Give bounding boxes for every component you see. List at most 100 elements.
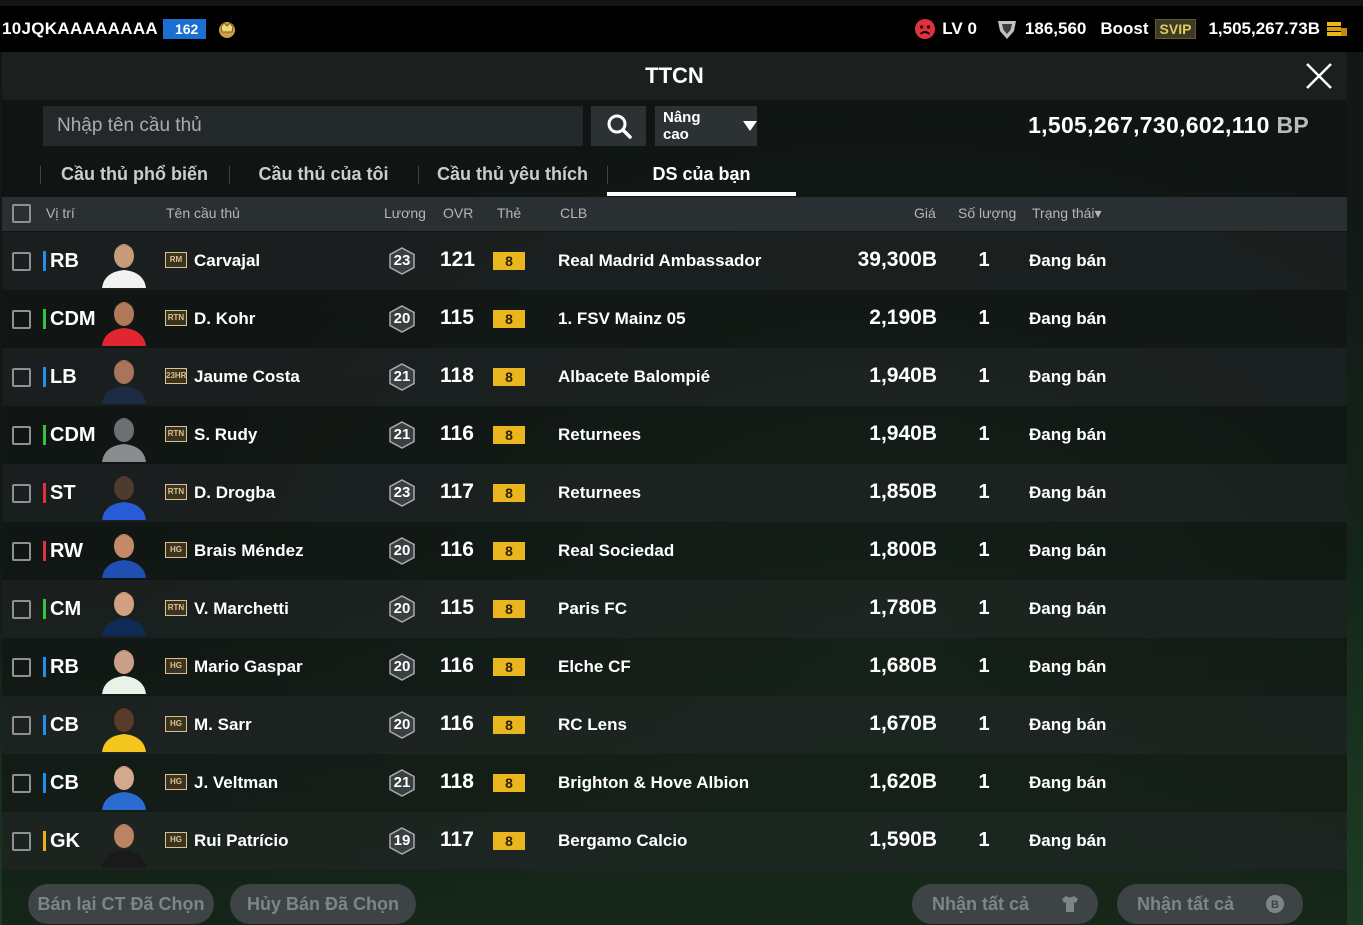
player-name[interactable]: D. Kohr xyxy=(194,309,255,329)
tab-favorite-players[interactable]: Cầu thủ yêu thích xyxy=(418,156,607,196)
search-button[interactable] xyxy=(591,106,646,146)
upgrade-level-badge: 8 xyxy=(493,310,525,328)
salary-value: 20 xyxy=(393,658,411,675)
tab-your-list[interactable]: DS của bạn xyxy=(607,156,796,196)
player-name[interactable]: M. Sarr xyxy=(194,715,252,735)
position-cell: GK xyxy=(43,826,80,856)
salary-value: 20 xyxy=(393,600,411,617)
club-name: Returnees xyxy=(558,425,642,444)
player-list: RB RM Carvajal 23 121 8 Real Madrid Amba… xyxy=(2,232,1347,870)
username: 10JQKAAAAAAAA xyxy=(2,19,158,38)
window-title: TTCN xyxy=(645,63,704,88)
close-icon[interactable] xyxy=(1301,58,1337,94)
club-name: Bergamo Calcio xyxy=(558,831,688,850)
status-value: Đang bán xyxy=(1029,483,1107,502)
ovr-value: 116 xyxy=(440,654,474,677)
advanced-filter-dropdown[interactable]: Nâng cao xyxy=(655,106,757,146)
table-row[interactable]: CB HG J. Veltman 21 118 8 Brighton & Hov… xyxy=(2,754,1347,812)
position-cell: CM xyxy=(43,594,81,624)
salary-value: 21 xyxy=(393,368,411,385)
row-checkbox[interactable] xyxy=(12,542,31,561)
card-season-badge: RTN xyxy=(165,484,187,500)
salary-value: 20 xyxy=(393,542,411,559)
cancel-sale-selected-button[interactable]: Hủy Bán Đã Chọn xyxy=(230,884,416,924)
player-portrait xyxy=(102,592,146,636)
price-value: 39,300B xyxy=(857,248,937,271)
col-status-sort[interactable]: Trạng thái▾ xyxy=(1032,205,1102,222)
salary-value: 21 xyxy=(393,774,411,791)
player-name[interactable]: Mario Gaspar xyxy=(194,657,303,677)
upgrade-level-badge: 8 xyxy=(493,252,525,270)
sad-face-icon[interactable] xyxy=(914,18,936,40)
table-row[interactable]: CB HG M. Sarr 20 116 8 RC Lens 1,670B 1 … xyxy=(2,696,1347,754)
salary-value: 21 xyxy=(393,426,411,443)
quantity-value: 1 xyxy=(978,481,990,503)
player-name[interactable]: D. Drogba xyxy=(194,483,275,503)
position-color-bar xyxy=(43,599,46,619)
resell-selected-button[interactable]: Bán lại CT Đã Chọn xyxy=(28,884,214,924)
position-color-bar xyxy=(43,367,46,387)
coin-b-icon: B xyxy=(1266,895,1284,913)
player-portrait xyxy=(102,708,146,752)
table-row[interactable]: RB RM Carvajal 23 121 8 Real Madrid Amba… xyxy=(2,232,1347,290)
card-season-badge: HG xyxy=(165,658,187,674)
table-row[interactable]: RB HG Mario Gaspar 20 116 8 Elche CF 1,6… xyxy=(2,638,1347,696)
player-name[interactable]: S. Rudy xyxy=(194,425,257,445)
row-checkbox[interactable] xyxy=(12,774,31,793)
row-checkbox[interactable] xyxy=(12,368,31,387)
row-checkbox[interactable] xyxy=(12,484,31,503)
salary-value: 20 xyxy=(393,716,411,733)
position-color-bar xyxy=(43,541,46,561)
col-ovr: OVR xyxy=(443,205,474,221)
claim-all-players-button[interactable]: Nhận tất cả xyxy=(912,884,1098,924)
player-name[interactable]: Jaume Costa xyxy=(194,367,300,387)
position-cell: LB xyxy=(43,362,77,392)
row-checkbox[interactable] xyxy=(12,310,31,329)
search-input[interactable] xyxy=(43,106,583,146)
club-name: Brighton & Hove Albion xyxy=(558,773,750,792)
row-checkbox[interactable] xyxy=(12,658,31,677)
ovr-value: 118 xyxy=(440,770,474,793)
player-name[interactable]: Carvajal xyxy=(194,251,260,271)
row-checkbox[interactable] xyxy=(12,252,31,271)
upgrade-level-badge: 8 xyxy=(493,716,525,734)
position-color-bar xyxy=(43,425,46,445)
card-season-badge: 23HR xyxy=(165,368,187,384)
position-label: GK xyxy=(50,829,80,852)
card-season-badge: HG xyxy=(165,774,187,790)
row-checkbox[interactable] xyxy=(12,832,31,851)
select-all-checkbox[interactable] xyxy=(12,204,31,223)
claim-all-coins-button[interactable]: Nhận tất cả B xyxy=(1117,884,1303,924)
position-label: CB xyxy=(50,713,79,736)
row-checkbox[interactable] xyxy=(12,426,31,445)
player-portrait xyxy=(102,534,146,578)
ovr-value: 116 xyxy=(440,538,474,561)
player-name[interactable]: V. Marchetti xyxy=(194,599,289,619)
player-portrait xyxy=(102,302,146,346)
tab-popular-players[interactable]: Cầu thủ phổ biến xyxy=(40,156,229,196)
player-name[interactable]: J. Veltman xyxy=(194,773,278,793)
table-row[interactable]: RW HG Brais Méndez 20 116 8 Real Socieda… xyxy=(2,522,1347,580)
row-checkbox[interactable] xyxy=(12,600,31,619)
table-row[interactable]: ST RTN D. Drogba 23 117 8 Returnees 1,85… xyxy=(2,464,1347,522)
position-cell: CB xyxy=(43,710,79,740)
money-value: 1,505,267.73B xyxy=(1208,19,1320,38)
club-name: Returnees xyxy=(558,483,642,502)
status-value: Đang bán xyxy=(1029,425,1107,444)
row-checkbox[interactable] xyxy=(12,716,31,735)
table-row[interactable]: CDM RTN S. Rudy 21 116 8 Returnees 1,940… xyxy=(2,406,1347,464)
position-color-bar xyxy=(43,715,46,735)
salary-value: 20 xyxy=(393,310,411,327)
player-name[interactable]: Rui Patrício xyxy=(194,831,288,851)
club-name: Albacete Balompié xyxy=(558,367,711,386)
quantity-value: 1 xyxy=(978,539,990,561)
player-name[interactable]: Brais Méndez xyxy=(194,541,304,561)
table-row[interactable]: CDM RTN D. Kohr 20 115 8 1. FSV Mainz 05… xyxy=(2,290,1347,348)
club-name: RC Lens xyxy=(558,715,627,734)
price-value: 1,620B xyxy=(869,770,937,793)
status-value: Đang bán xyxy=(1029,251,1107,270)
table-row[interactable]: LB 23HR Jaume Costa 21 118 8 Albacete Ba… xyxy=(2,348,1347,406)
table-row[interactable]: CM RTN V. Marchetti 20 115 8 Paris FC 1,… xyxy=(2,580,1347,638)
table-row[interactable]: GK HG Rui Patrício 19 117 8 Bergamo Calc… xyxy=(2,812,1347,870)
tab-my-players[interactable]: Cầu thủ của tôi xyxy=(229,156,418,196)
